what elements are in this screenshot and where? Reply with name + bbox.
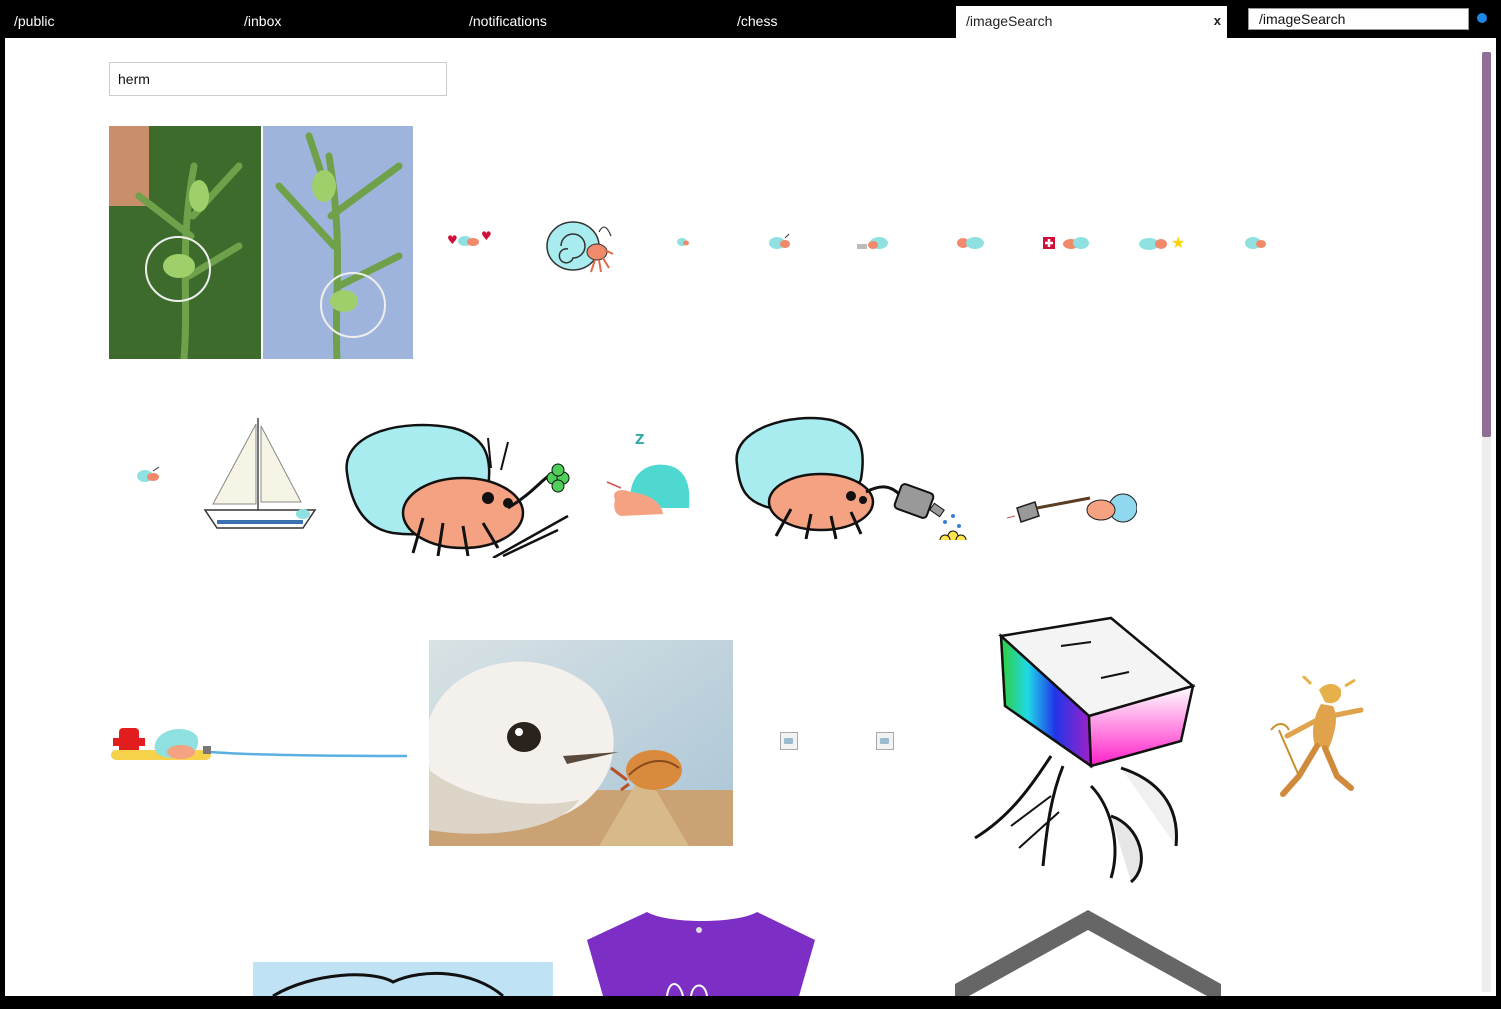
result-purple-shirt[interactable] (587, 910, 815, 996)
tab-image-search[interactable]: /imageSearch x (956, 6, 1227, 38)
tab-label: /imageSearch (966, 13, 1053, 29)
svg-text:♥: ♥ (481, 229, 492, 243)
tab-label: /notifications (469, 13, 547, 29)
result-crab-tiny-4[interactable] (135, 464, 163, 486)
svg-text:Z: Z (635, 433, 644, 448)
image-search-page: ♥ ♥ ★ (5, 38, 1496, 996)
result-crab-rgb-box[interactable] (971, 616, 1203, 884)
close-tab-button[interactable]: x (1214, 6, 1221, 36)
tab-label: /inbox (244, 13, 282, 29)
result-hermes-figure[interactable] (1259, 676, 1367, 806)
result-crab-star[interactable]: ★ (1137, 230, 1189, 254)
result-crab-sketch[interactable] (253, 962, 553, 996)
svg-text:♥: ♥ (447, 233, 458, 247)
tab-bar: /public /inbox /notifications /chess /im… (0, 0, 1501, 38)
result-crab-tiny-1[interactable] (675, 236, 691, 248)
result-crab-hydrant[interactable] (109, 720, 409, 762)
result-crab-tiny-2[interactable] (767, 232, 793, 252)
result-sailboat[interactable] (203, 416, 317, 534)
result-plover-photo[interactable] (429, 640, 733, 846)
address-input[interactable] (1248, 8, 1469, 30)
tab-chess[interactable]: /chess (727, 6, 956, 38)
result-broken-image-2[interactable] (876, 732, 894, 750)
result-crab-group[interactable] (955, 232, 987, 252)
tab-label: /chess (737, 13, 778, 29)
result-house-outline[interactable] (955, 908, 1221, 996)
tab-inbox[interactable]: /inbox (234, 6, 459, 38)
tab-public[interactable]: /public (4, 6, 234, 38)
page-scrollbar[interactable] (1482, 52, 1491, 992)
tab-label: /public (14, 13, 55, 29)
result-crab-shovel[interactable] (1005, 484, 1137, 530)
result-plant-photo[interactable] (109, 126, 413, 359)
svg-text:★: ★ (1171, 233, 1185, 252)
status-dot-icon (1477, 13, 1487, 23)
result-crab-clover[interactable] (343, 398, 575, 558)
result-crab-laptop[interactable] (857, 234, 893, 252)
search-input[interactable] (109, 62, 447, 96)
result-crab-tiny-3[interactable] (1243, 232, 1269, 252)
result-crab-spiral[interactable] (545, 210, 615, 276)
result-crab-medic[interactable] (1041, 232, 1091, 252)
scrollbar-thumb[interactable] (1482, 52, 1491, 437)
result-crab-watering[interactable] (731, 414, 967, 540)
tab-notifications[interactable]: /notifications (459, 6, 727, 38)
result-crab-hearts[interactable]: ♥ ♥ (447, 228, 493, 252)
result-crab-sleep[interactable]: Z (601, 430, 691, 520)
result-broken-image-1[interactable] (780, 732, 798, 750)
